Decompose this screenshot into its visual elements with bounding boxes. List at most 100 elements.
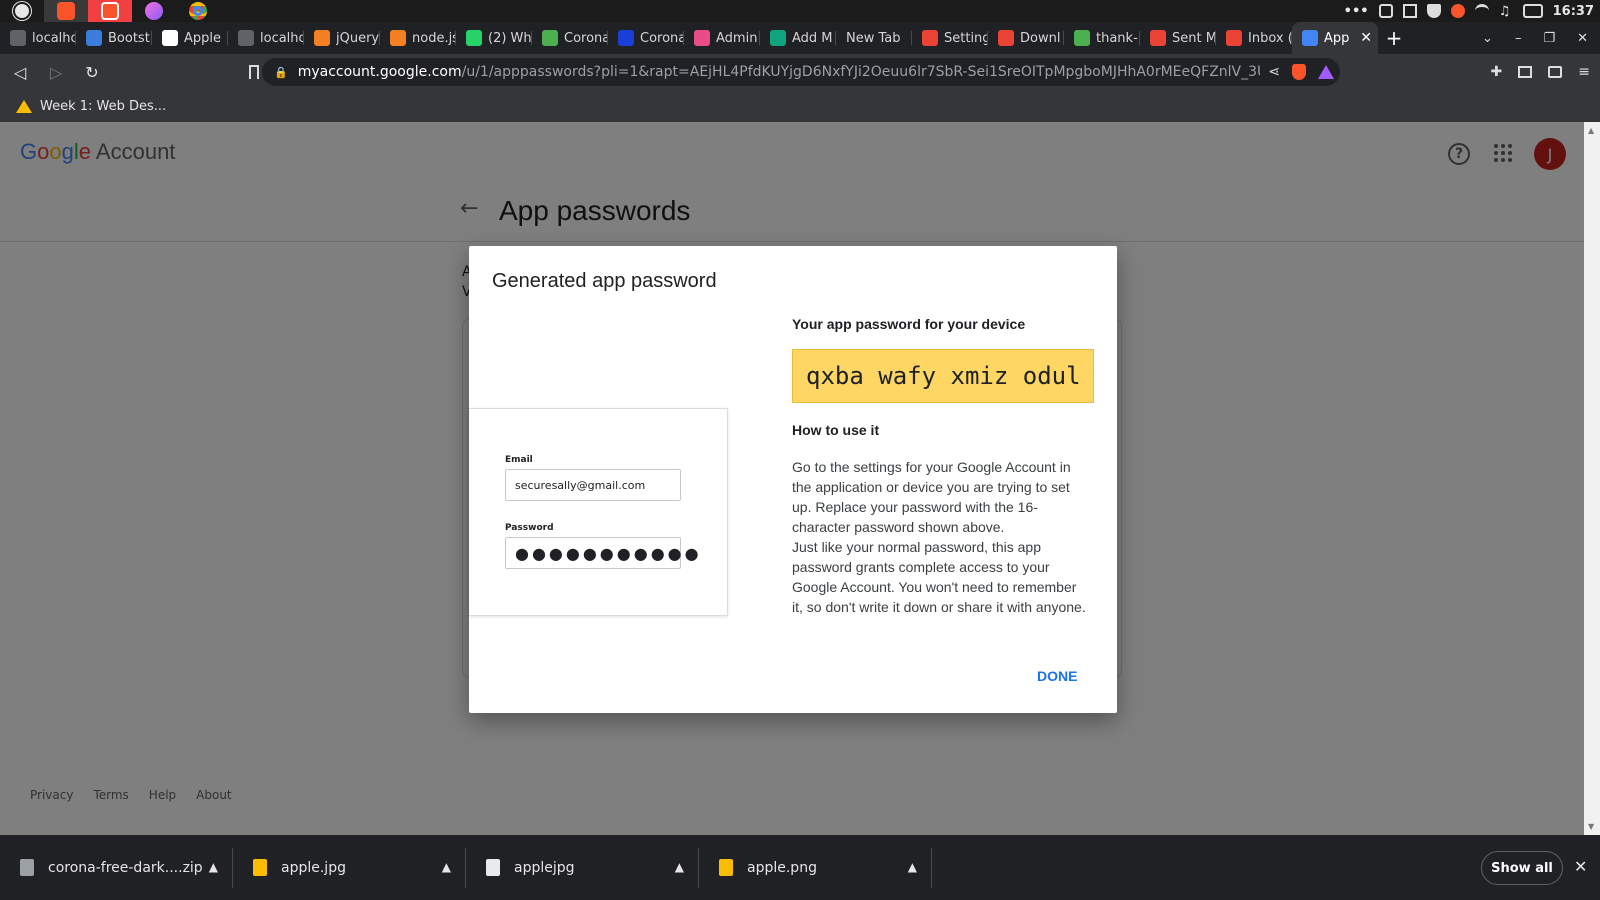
howto-paragraph-2: Just like your normal password, this app… <box>792 539 1086 615</box>
tab-12[interactable]: Setting <box>912 22 988 54</box>
mint-menu-button[interactable] <box>0 0 44 22</box>
brave-launcher-2[interactable] <box>88 0 132 22</box>
battery-icon[interactable] <box>1522 4 1543 18</box>
music-icon[interactable]: ♫ <box>1499 4 1513 19</box>
generated-password-dialog: Generated app password Email securesally… <box>469 246 1117 713</box>
gmail-icon <box>998 30 1014 46</box>
close-shelf-icon[interactable]: ✕ <box>1574 857 1587 876</box>
chevron-up-icon[interactable]: ▲ <box>675 860 684 874</box>
tab-label: Apple <box>184 30 222 46</box>
back-icon: ◁ <box>13 62 27 82</box>
tab-1[interactable]: Bootst <box>76 22 152 54</box>
clock[interactable]: 16:37 <box>1553 4 1594 19</box>
omnibox-actions: ⋖ <box>1260 58 1334 86</box>
done-button[interactable]: DONE <box>1037 668 1077 684</box>
bluetooth-icon[interactable] <box>1378 4 1393 18</box>
tab-4[interactable]: jQuery <box>304 22 380 54</box>
clipboard-icon[interactable] <box>1402 4 1417 18</box>
tab-3[interactable]: localho <box>228 22 304 54</box>
share-icon[interactable]: ⋖ <box>1268 64 1280 80</box>
url-host: myaccount.google.com <box>297 64 462 80</box>
bookmarks-bar: Week 1: Web Des... <box>0 90 1600 122</box>
close-tab-icon[interactable]: ✕ <box>1360 30 1378 46</box>
tab-strip: localho Bootst Apple localho jQuery node.js (2… <box>0 22 1600 54</box>
forward-icon: ▷ <box>49 62 63 82</box>
itunes-icon <box>145 2 163 20</box>
address-bar[interactable]: 🔒 myaccount.google.com /u/1/apppasswords… <box>262 58 1340 86</box>
chevron-up-icon[interactable]: ▲ <box>209 860 218 874</box>
download-filename: apple.png <box>747 859 817 876</box>
minimize-icon[interactable]: – <box>1515 31 1522 46</box>
scroll-up-icon[interactable]: ▲ <box>1588 126 1594 135</box>
tab-17[interactable]: App ✕ <box>1292 22 1378 54</box>
menu-icon[interactable]: ≡ <box>1578 64 1590 80</box>
tab-label: Corona <box>640 30 684 46</box>
bootstrap-b-icon <box>618 30 634 46</box>
new-tab-button[interactable]: + <box>1378 26 1410 50</box>
tab-label: Sent M <box>1172 30 1216 46</box>
lock-icon: 🔒 <box>274 65 288 79</box>
dribbble-icon <box>694 30 710 46</box>
scrollbar[interactable]: ▲ ▼ <box>1584 122 1600 835</box>
chrome-launcher[interactable] <box>176 0 220 22</box>
wifi-icon[interactable] <box>1474 4 1489 18</box>
stackoverflow-icon <box>314 30 330 46</box>
tab-2[interactable]: Apple <box>152 22 228 54</box>
bookmark-week1[interactable]: Week 1: Web Des... <box>40 99 166 114</box>
chevron-up-icon[interactable]: ▲ <box>442 860 451 874</box>
bookmark-icon <box>249 65 259 79</box>
itunes-launcher[interactable] <box>132 0 176 22</box>
tab-10[interactable]: Add M <box>760 22 836 54</box>
more-icon[interactable]: ••• <box>1344 4 1369 19</box>
corona-icon <box>1074 30 1090 46</box>
shield-icon[interactable] <box>1426 4 1441 18</box>
show-all-button[interactable]: Show all <box>1481 851 1563 885</box>
tab-13[interactable]: Downl <box>988 22 1064 54</box>
gmail-icon <box>1150 30 1166 46</box>
download-item[interactable]: apple.jpg ▲ <box>233 847 466 888</box>
tab-11[interactable]: New Tab <box>836 22 912 54</box>
howto-heading: How to use it <box>792 422 880 438</box>
brave-shields-icon[interactable] <box>1292 64 1306 80</box>
tab-15[interactable]: Sent M <box>1140 22 1216 54</box>
sidebar-icon[interactable] <box>1518 66 1533 78</box>
chevron-up-icon[interactable]: ▲ <box>908 860 917 874</box>
download-item[interactable]: applejpg ▲ <box>466 847 699 888</box>
download-item[interactable]: corona-free-dark....zip ▲ <box>0 847 233 888</box>
tab-5[interactable]: node.js <box>380 22 456 54</box>
back-button[interactable]: ◁ <box>4 56 36 88</box>
tab-8[interactable]: Corona <box>608 22 684 54</box>
download-item[interactable]: apple.png ▲ <box>699 847 932 888</box>
tab-7[interactable]: Corona <box>532 22 608 54</box>
reload-icon: ↻ <box>85 62 99 82</box>
brave-rewards-icon[interactable] <box>1318 65 1334 79</box>
restore-icon[interactable]: ❐ <box>1543 31 1555 46</box>
brave-tray-icon[interactable] <box>1450 4 1465 18</box>
tab-search-icon[interactable]: ⌄ <box>1482 31 1493 46</box>
tab-label: App <box>1324 30 1350 46</box>
brave-icon <box>57 2 75 20</box>
tab-6[interactable]: (2) Wha <box>456 22 532 54</box>
tab-label: Inbox ( <box>1248 30 1292 46</box>
download-filename: apple.jpg <box>281 859 346 876</box>
extensions-icon[interactable]: ✚ <box>1491 64 1503 80</box>
tab-9[interactable]: Admin <box>684 22 760 54</box>
gmail-icon <box>922 30 938 46</box>
tab-14[interactable]: thank- <box>1064 22 1140 54</box>
brave-icon <box>101 2 119 20</box>
tab-label: (2) Wha <box>488 30 532 46</box>
password-mask: ●●●●●●●●●●● <box>515 543 702 563</box>
openai-icon <box>770 30 786 46</box>
scroll-down-icon[interactable]: ▼ <box>1588 822 1594 831</box>
wallet-icon[interactable] <box>1548 66 1563 78</box>
tab-16[interactable]: Inbox ( <box>1216 22 1292 54</box>
close-window-icon[interactable]: ✕ <box>1577 31 1588 46</box>
forward-button[interactable]: ▷ <box>40 56 72 88</box>
brave-launcher[interactable] <box>44 0 88 22</box>
tab-label: jQuery <box>336 30 380 46</box>
app-password-display[interactable]: qxba wafy xmiz odul <box>792 349 1094 403</box>
amazon-icon <box>162 30 178 46</box>
reload-button[interactable]: ↻ <box>76 56 108 88</box>
url-path: /u/1/apppasswords?pli=1&rapt=AEjHL4PfdKU… <box>461 64 1312 80</box>
tab-0[interactable]: localho <box>0 22 76 54</box>
